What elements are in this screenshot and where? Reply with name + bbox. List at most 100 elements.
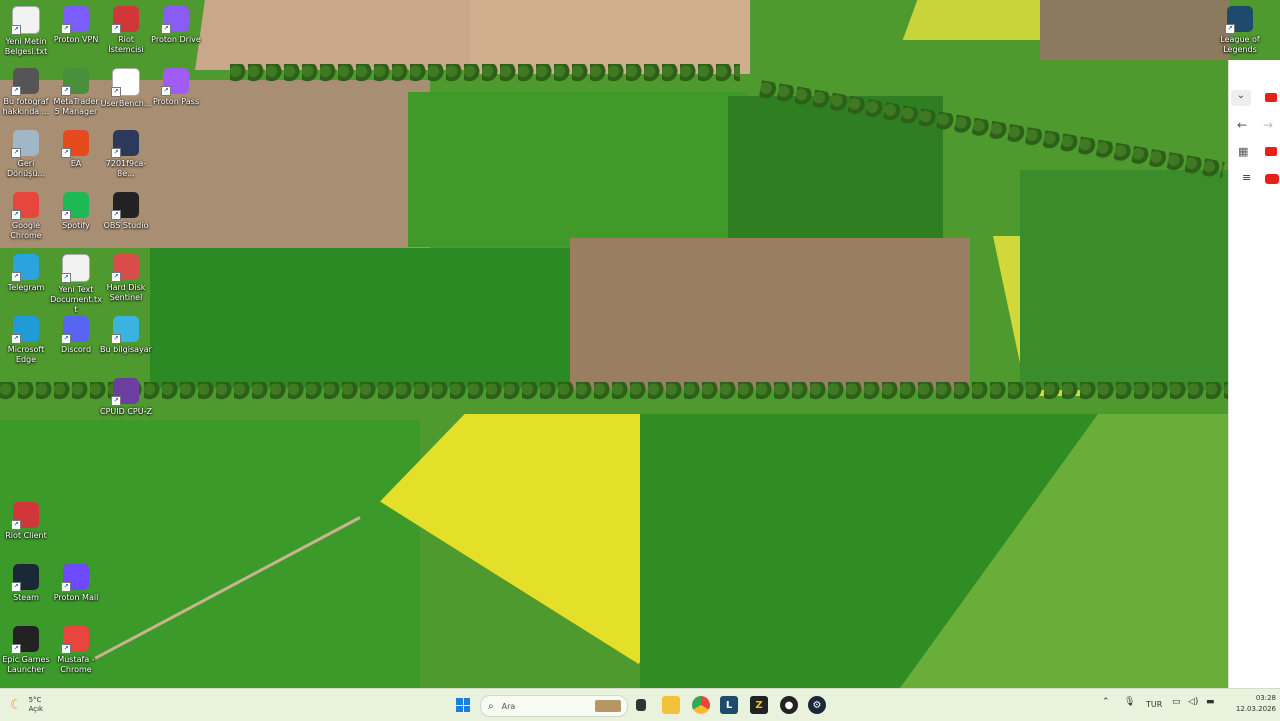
wallpaper-hedge <box>230 64 740 88</box>
desktop-icon-label: Proton Pass <box>152 97 200 106</box>
forward-arrow-icon[interactable]: → <box>1263 118 1273 132</box>
show-hidden-icons-button[interactable]: ⌃ <box>1102 697 1110 707</box>
shortcut-arrow-icon: ↗ <box>111 396 121 406</box>
taskbar-app[interactable]: Z <box>750 695 768 715</box>
desktop-icon[interactable]: ↗ Proton Drive <box>150 6 202 45</box>
epic-games-icon: ↗ <box>11 626 39 654</box>
desktop-icon[interactable]: ↗ Yeni Metin Belgesi.txt <box>0 6 52 57</box>
chrome-profile-icon: ↗ <box>61 626 89 654</box>
desktop-icon[interactable]: ↗ UserBench... <box>100 68 152 109</box>
text-file-icon: ↗ <box>61 254 90 283</box>
desktop-icon[interactable]: ↗ Proton Pass <box>150 68 202 107</box>
desktop-icon-label: Proton VPN <box>53 35 99 44</box>
desktop-icon-label: CPUID CPU-Z <box>100 407 152 416</box>
clock[interactable]: 03:28 12.03.2026 <box>1228 693 1276 715</box>
proton-pass-icon: ↗ <box>161 68 189 96</box>
shortcut-arrow-icon: ↗ <box>61 210 71 220</box>
desktop-icon[interactable]: ↗ Mustafa - Chrome <box>50 626 102 675</box>
wallpaper-field <box>470 0 750 74</box>
network-icon[interactable]: ▭ <box>1172 697 1181 707</box>
battery-icon[interactable]: ▬ <box>1206 697 1215 707</box>
desktop-icon[interactable]: ↗ OBS Studio <box>100 192 152 231</box>
desktop-icon[interactable]: ↗ Bu fotoğraf hakkında ... <box>0 68 52 117</box>
desktop-icon[interactable]: ↗ EA <box>50 130 102 169</box>
youtube-icon[interactable] <box>1265 93 1277 102</box>
wallpaper-field <box>150 248 575 388</box>
steam-icon: ↗ <box>11 564 39 592</box>
desktop-icon[interactable]: ↗ CPUID CPU-Z <box>100 378 152 417</box>
desktop-icon[interactable]: ↗ Yeni Text Document.txt <box>50 254 102 315</box>
shortcut-arrow-icon: ↗ <box>111 87 121 97</box>
wallpaper-hedge <box>0 382 1230 412</box>
desktop-icon-label: Telegram <box>7 283 45 292</box>
hamburger-menu-icon[interactable]: ≡ <box>1242 171 1251 184</box>
desktop-icon[interactable]: ↗ Telegram <box>0 254 52 293</box>
microphone-icon[interactable]: 🎙 <box>1124 697 1135 707</box>
shortcut-arrow-icon: ↗ <box>111 272 121 282</box>
proton-drive-icon: ↗ <box>161 6 189 34</box>
desktop-icon-label: Discord <box>60 345 92 354</box>
chrome-icon <box>692 696 710 714</box>
desktop-icon[interactable]: ↗ League of Legends <box>1214 6 1266 55</box>
clock-date: 12.03.2026 <box>1235 705 1276 713</box>
metatrader-icon: ↗ <box>61 68 89 96</box>
riot-client-icon: ↗ <box>111 6 139 34</box>
shortcut-arrow-icon: ↗ <box>111 24 121 34</box>
desktop-icon[interactable]: ↗ Proton VPN <box>50 6 102 45</box>
search-box[interactable]: ⌕ Ara <box>480 695 628 717</box>
desktop-icon[interactable]: ↗ Bu bilgisayar <box>100 316 152 355</box>
shortcut-arrow-icon: ↗ <box>61 86 71 96</box>
task-view-button[interactable] <box>634 695 648 715</box>
telegram-icon: ↗ <box>11 254 39 282</box>
desktop-icon-label: Mustafa - Chrome <box>57 655 95 674</box>
ea-icon: ↗ <box>61 130 89 158</box>
league-icon: ↗ <box>1225 6 1253 34</box>
taskbar-file-explorer[interactable] <box>662 695 680 715</box>
shortcut-arrow-icon: ↗ <box>61 582 71 592</box>
desktop-icon[interactable]: ↗ Microsoft Edge <box>0 316 52 365</box>
desktop-icon-label: Yeni Text Document.txt <box>50 285 102 314</box>
browser-window-edge[interactable]: ⌄ ← → ▦ ≡ <box>1228 60 1280 688</box>
youtube-icon[interactable] <box>1265 147 1277 156</box>
desktop-icon-label: Geri Dönüşü... <box>6 159 46 178</box>
taskbar-league-of-legends[interactable]: L <box>720 695 738 715</box>
desktop-icon-label: 7201f9ca-8e... <box>105 159 147 178</box>
desktop-icon-label: Epic Games Launcher <box>2 655 50 674</box>
start-button[interactable] <box>454 695 472 715</box>
desktop-icon[interactable]: ↗ Google Chrome <box>0 192 52 241</box>
chevron-down-icon[interactable]: ⌄ <box>1231 90 1251 106</box>
desktop-icon[interactable]: ↗ Proton Mail <box>50 564 102 603</box>
weather-temperature: 5°C <box>28 696 42 704</box>
desktop-icon-label: Bu fotoğraf hakkında ... <box>2 97 50 116</box>
taskbar-steam[interactable]: ⚙ <box>808 695 826 715</box>
shortcut-arrow-icon: ↗ <box>11 582 21 592</box>
search-input[interactable]: Ara <box>502 702 516 711</box>
weather-widget[interactable]: ☾ 5°C Açık <box>10 695 60 715</box>
desktop-icon[interactable]: ↗ Riot Client <box>0 502 52 541</box>
desktop-icon[interactable]: ↗ Steam <box>0 564 52 603</box>
hard-disk-icon: ↗ <box>111 254 139 282</box>
desktop-icon[interactable]: ↗ Hard Disk Sentinel <box>100 254 152 303</box>
shortcut-arrow-icon: ↗ <box>111 210 121 220</box>
desktop-icon[interactable]: ↗ MetaTrader 5 Manager <box>50 68 102 117</box>
desktop-icon[interactable]: ↗ Discord <box>50 316 102 355</box>
language-indicator[interactable]: TUR <box>1146 700 1162 709</box>
back-arrow-icon[interactable]: ← <box>1237 118 1247 132</box>
grid-icon[interactable]: ▦ <box>1238 145 1248 158</box>
volume-icon[interactable]: ◁) <box>1188 697 1198 707</box>
taskbar-obs[interactable]: ● <box>780 695 798 715</box>
desktop-icon-label: UserBench... <box>100 99 152 108</box>
desktop-icon[interactable]: ↗ Riot İstemcisi <box>100 6 152 55</box>
desktop-icon[interactable]: ↗ 7201f9ca-8e... <box>100 130 152 179</box>
youtube-logo-icon[interactable] <box>1265 174 1279 184</box>
shortcut-arrow-icon: ↗ <box>11 25 21 35</box>
chrome-icon: ↗ <box>11 192 39 220</box>
taskbar-chrome-profile[interactable] <box>692 695 710 715</box>
desktop-icon[interactable]: ↗ Spotify <box>50 192 102 231</box>
desktop-icon[interactable]: ↗ Epic Games Launcher <box>0 626 52 675</box>
desktop-icon-label: Yeni Metin Belgesi.txt <box>4 37 48 56</box>
shortcut-arrow-icon: ↗ <box>11 644 21 654</box>
desktop-icon-label: EA <box>70 159 82 168</box>
shortcut-arrow-icon: ↗ <box>1225 24 1235 34</box>
desktop-icon[interactable]: ↗ Geri Dönüşü... <box>0 130 52 179</box>
